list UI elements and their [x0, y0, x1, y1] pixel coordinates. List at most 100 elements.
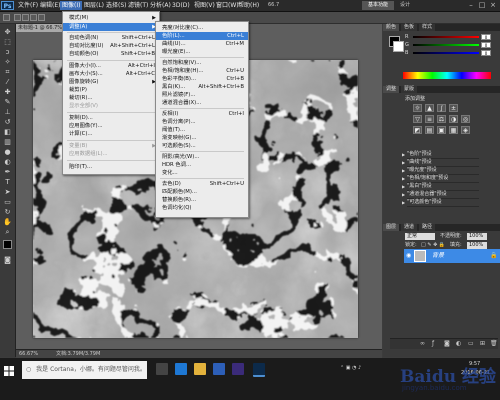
tab-layers[interactable]: 图层	[383, 224, 400, 231]
menu-item-image-size[interactable]: 图像大小(I)... Alt+Ctrl+I	[63, 62, 159, 70]
tab-styles[interactable]: 样式	[419, 24, 436, 31]
maximize-icon[interactable]: □	[477, 1, 487, 9]
menu-item-threshold[interactable]: 阈值(T)...	[156, 126, 248, 134]
menu-filter[interactable]: 滤镜(T)	[126, 1, 150, 10]
hand-tool-icon[interactable]: ✋	[3, 218, 12, 226]
workspace-switcher[interactable]: 基本功能	[362, 1, 394, 10]
blue-slider[interactable]: B 0	[405, 50, 491, 56]
menu-item-calculations[interactable]: 计算(C)...	[63, 130, 159, 138]
vibrance-adjust-icon[interactable]: ▽	[413, 115, 422, 123]
app-icon[interactable]	[232, 363, 244, 375]
dodge-tool-icon[interactable]: ◐	[3, 158, 12, 166]
color-spectrum-bar[interactable]	[403, 72, 491, 79]
link-layers-icon[interactable]: ∞	[420, 340, 425, 347]
tab-channels[interactable]: 通道	[401, 224, 418, 231]
minimize-icon[interactable]: –	[466, 1, 476, 9]
healing-brush-icon[interactable]: ✚	[3, 88, 12, 96]
windows-start-icon[interactable]	[4, 366, 14, 376]
blend-mode-select[interactable]: 正常	[405, 233, 435, 240]
menu-item-equalize[interactable]: 色调均化(Q)	[156, 204, 248, 212]
menu-item-auto-color[interactable]: 自动颜色(O) Shift+Ctrl+B	[63, 50, 159, 58]
foreground-color-swatch[interactable]	[3, 240, 12, 249]
zoom-tool-icon[interactable]: ⌕	[3, 228, 12, 236]
preset-selective-color[interactable]: ▶ "可选颜色"预设	[402, 199, 479, 207]
pen-tool-icon[interactable]: ✒	[3, 168, 12, 176]
intersect-selection-icon[interactable]	[38, 14, 45, 21]
expand-triangle-icon[interactable]: ▶	[402, 167, 405, 174]
expand-triangle-icon[interactable]: ▶	[402, 191, 405, 198]
red-track[interactable]	[413, 36, 479, 38]
move-tool-icon[interactable]: ✥	[3, 28, 12, 36]
workspace-design-button[interactable]: 设计	[400, 1, 410, 10]
menu-item-gradient-map[interactable]: 渐变映射(G)...	[156, 134, 248, 142]
blue-track[interactable]	[413, 52, 479, 54]
gradient-map-adjust-icon[interactable]: ▦	[449, 126, 458, 134]
color-balance-adjust-icon[interactable]: ⚖	[437, 115, 446, 123]
gradient-tool-icon[interactable]: ▥	[3, 138, 12, 146]
magic-wand-icon[interactable]: ✧	[3, 58, 12, 66]
curves-adjust-icon[interactable]: ∫	[437, 104, 446, 112]
threshold-adjust-icon[interactable]: ▣	[437, 126, 446, 134]
menu-item-black-white[interactable]: 黑白(K)... Alt+Shift+Ctrl+B	[156, 83, 248, 91]
menu-item-brightness-contrast[interactable]: 亮度/对比度(C)...	[156, 24, 248, 32]
brightness-adjust-icon[interactable]: ☼	[413, 104, 422, 112]
menu-3d[interactable]: 3D(D)	[170, 1, 192, 10]
mask-icon[interactable]: ◙	[444, 340, 450, 347]
menu-item-shadows-highlights[interactable]: 阴影/高光(W)...	[156, 153, 248, 161]
task-view-icon[interactable]	[156, 363, 168, 375]
preset-curves[interactable]: ▶ "曲线"预设	[402, 159, 479, 167]
shape-tool-icon[interactable]: ▭	[3, 198, 12, 206]
clone-stamp-icon[interactable]: ⊥	[3, 108, 12, 116]
expand-triangle-icon[interactable]: ▶	[402, 175, 405, 182]
layer-name[interactable]: 背景	[432, 249, 444, 263]
cortana-search-input[interactable]: ○ 我是 Cortana，小娜。有问题尽管问我。	[22, 361, 147, 379]
green-track[interactable]	[413, 44, 479, 46]
tab-paths[interactable]: 路径	[419, 224, 436, 231]
expand-triangle-icon[interactable]: ▶	[402, 199, 405, 206]
photo-filter-adjust-icon[interactable]: ◎	[461, 115, 470, 123]
adjustment-layer-icon[interactable]: ◐	[456, 340, 461, 347]
menu-item-exposure[interactable]: 曝光度(E)...	[156, 48, 248, 56]
menu-item-replace-color[interactable]: 替换颜色(R)...	[156, 196, 248, 204]
eraser-icon[interactable]: ◧	[3, 128, 12, 136]
blur-tool-icon[interactable]: ●	[3, 148, 12, 156]
red-slider[interactable]: R 0	[405, 34, 491, 40]
lasso-tool-icon[interactable]: ↄ	[3, 48, 12, 56]
menu-file[interactable]: 文件(F)	[16, 1, 40, 10]
type-tool-icon[interactable]: T	[3, 178, 12, 186]
expand-triangle-icon[interactable]: ▶	[402, 151, 405, 158]
hue-saturation-adjust-icon[interactable]: ≡	[425, 115, 434, 123]
tab-color[interactable]: 颜色	[383, 24, 400, 31]
trash-icon[interactable]: 🗑	[490, 340, 498, 347]
menu-item-mode[interactable]: 模式(M) ▶	[63, 14, 159, 22]
new-selection-icon[interactable]	[14, 14, 21, 21]
history-brush-icon[interactable]: ↺	[3, 118, 12, 126]
preset-black-white[interactable]: ▶ "黑白"预设	[402, 183, 479, 191]
menu-help[interactable]: 帮助(H)	[236, 1, 261, 10]
menu-image[interactable]: 图像(I)	[60, 1, 83, 10]
close-icon[interactable]: ×	[488, 1, 498, 9]
menu-item-adjustments[interactable]: 调整(A)▶	[63, 23, 159, 31]
edge-browser-icon[interactable]	[175, 363, 187, 375]
expand-triangle-icon[interactable]: ▶	[402, 183, 405, 190]
menu-item-channel-mixer[interactable]: 通道混合器(X)...	[156, 99, 248, 107]
menu-item-variations[interactable]: 变化...	[156, 169, 248, 177]
menu-edit[interactable]: 编辑(E)	[38, 1, 62, 10]
menu-item-hdr-toning[interactable]: HDR 色调...	[156, 161, 248, 169]
zoom-level-readout[interactable]: 66.7	[268, 1, 279, 10]
photoshop-taskbar-icon[interactable]	[253, 363, 265, 377]
menu-item-vibrance[interactable]: 自然饱和度(V)...	[156, 59, 248, 67]
panel-background-swatch[interactable]	[393, 41, 404, 52]
exposure-adjust-icon[interactable]: ±	[449, 104, 458, 112]
preset-exposure[interactable]: ▶ "曝光度"预设	[402, 167, 479, 175]
levels-adjust-icon[interactable]: ▲	[425, 104, 434, 112]
menu-item-trim[interactable]: 裁切(R)...	[63, 94, 159, 102]
eye-visibility-icon[interactable]: ◉	[406, 252, 411, 260]
fill-input[interactable]: 100%	[467, 242, 487, 249]
menu-item-crop[interactable]: 裁剪(P)	[63, 86, 159, 94]
tab-swatches[interactable]: 色板	[401, 24, 418, 31]
tray-icons[interactable]: ⌃ ▣ ◔ ♪	[340, 365, 361, 371]
fx-icon[interactable]: ƒ	[432, 340, 434, 347]
marquee-option-icon[interactable]	[3, 14, 10, 21]
menu-select[interactable]: 选择(S)	[104, 1, 129, 10]
